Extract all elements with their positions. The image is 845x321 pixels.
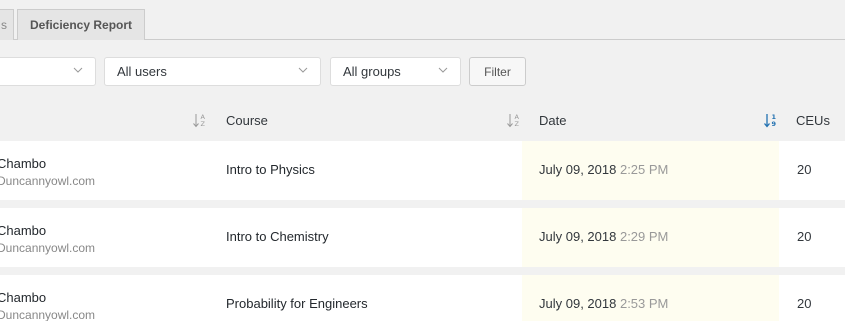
table-row: Chambo Duncannyowl.com Probability for E… <box>0 275 845 321</box>
ceus-value: 20 <box>797 162 812 177</box>
user-email: Duncannyowl.com <box>0 174 96 188</box>
course-select[interactable] <box>0 57 96 86</box>
table-row: Chambo Duncannyowl.com Intro to Physics … <box>0 141 845 200</box>
groups-select[interactable]: All groups <box>330 57 461 86</box>
completion-date: July 09, 2018 2:53 PM <box>539 296 668 311</box>
user-name: Chambo <box>0 156 47 171</box>
header-course[interactable]: Course <box>226 113 268 128</box>
ceus-value: 20 <box>797 296 812 311</box>
date-day: July 09, 2018 <box>539 162 617 177</box>
sort-numeric-icon[interactable]: 1 9 <box>763 111 779 131</box>
users-select-value: All users <box>117 64 167 79</box>
filter-button[interactable]: Filter <box>469 57 526 86</box>
user-email: Duncannyowl.com <box>0 241 96 255</box>
completion-date: July 09, 2018 2:29 PM <box>539 229 668 244</box>
table-row: Chambo Duncannyowl.com Intro to Chemistr… <box>0 208 845 267</box>
chevron-down-icon <box>73 67 83 73</box>
user-email: Duncannyowl.com <box>0 308 96 321</box>
sort-alpha-icon[interactable]: A Z <box>506 111 522 131</box>
svg-text:9: 9 <box>772 120 777 128</box>
users-select[interactable]: All users <box>104 57 321 86</box>
chevron-down-icon <box>438 67 448 73</box>
user-name: Chambo <box>0 223 47 238</box>
sort-alpha-icon[interactable]: A Z <box>192 111 208 131</box>
course-name: Intro to Chemistry <box>226 229 329 244</box>
date-day: July 09, 2018 <box>539 296 617 311</box>
date-time: 2:29 PM <box>619 229 669 244</box>
date-day: July 09, 2018 <box>539 229 617 244</box>
course-name: Probability for Engineers <box>226 296 368 311</box>
chevron-down-icon <box>298 67 308 73</box>
completion-date: July 09, 2018 2:25 PM <box>539 162 668 177</box>
svg-text:Z: Z <box>201 120 206 128</box>
header-ceus[interactable]: CEUs <box>796 113 830 128</box>
report-tabs: s Deficiency Report <box>0 0 845 40</box>
table-header: A Z Course A Z Date 1 9 CEUs <box>0 101 845 141</box>
header-date[interactable]: Date <box>539 113 566 128</box>
date-time: 2:53 PM <box>619 296 669 311</box>
tab-deficiency-report[interactable]: Deficiency Report <box>17 9 145 40</box>
groups-select-value: All groups <box>343 64 401 79</box>
svg-text:Z: Z <box>515 120 520 128</box>
ceus-value: 20 <box>797 229 812 244</box>
date-time: 2:25 PM <box>619 162 669 177</box>
tab-previous[interactable]: s <box>0 9 14 40</box>
user-name: Chambo <box>0 290 47 305</box>
course-name: Intro to Physics <box>226 162 315 177</box>
